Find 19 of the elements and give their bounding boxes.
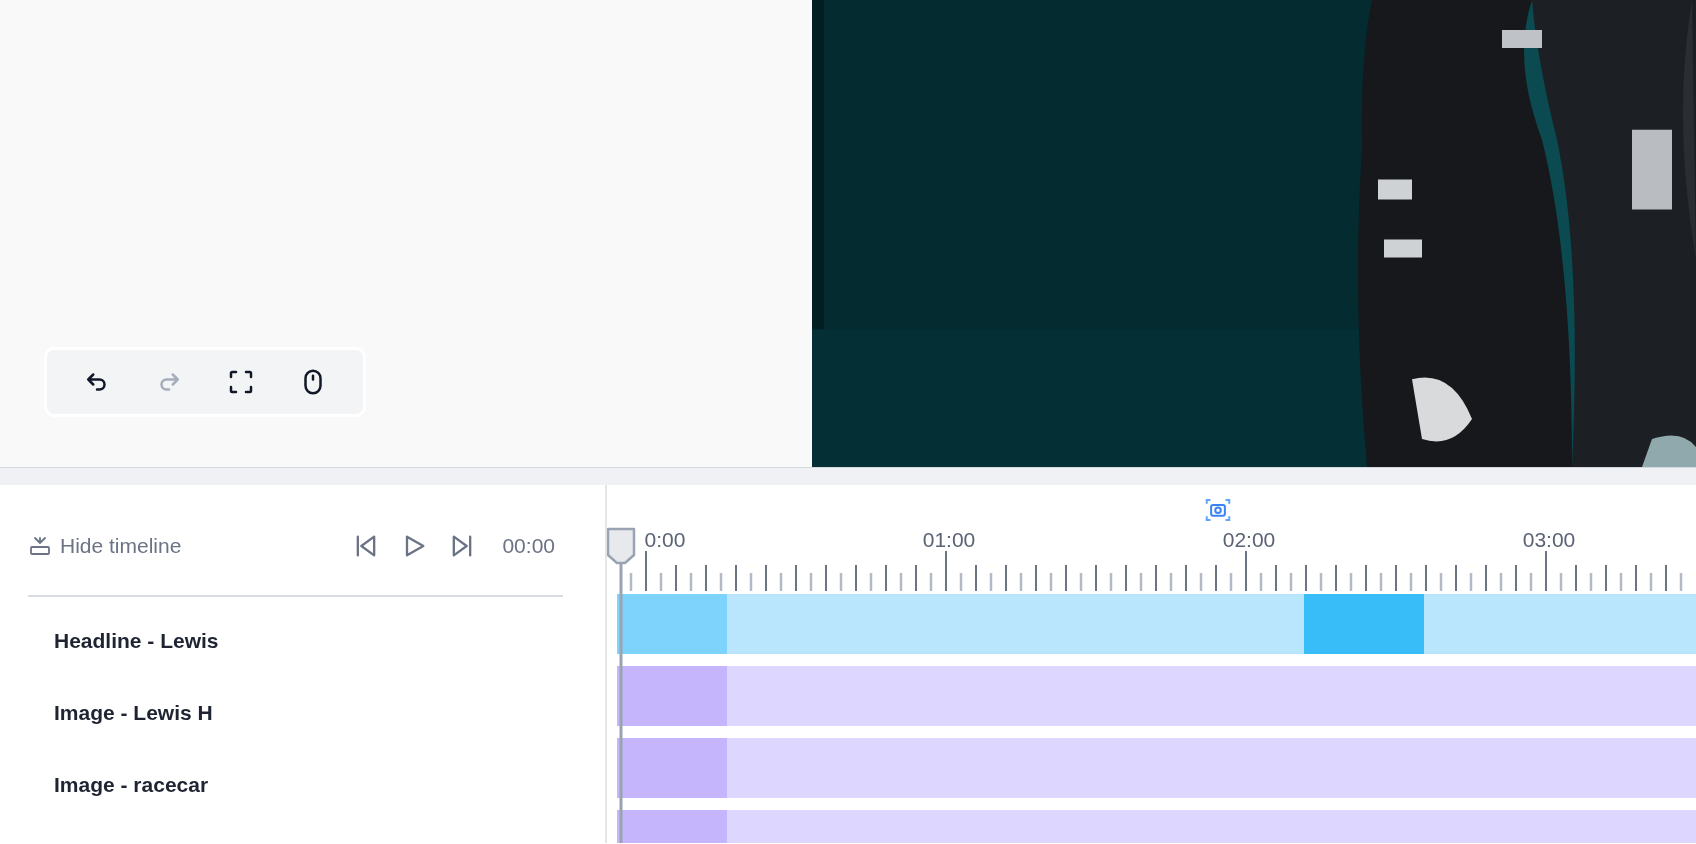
clip-start-segment[interactable] — [617, 594, 727, 654]
collapse-icon — [28, 534, 52, 558]
clip-start-segment[interactable] — [617, 738, 727, 798]
playhead[interactable] — [607, 527, 637, 843]
timeline-clip[interactable] — [727, 594, 1305, 654]
track-name[interactable]: Headline - Lewis — [28, 611, 605, 683]
track-name[interactable]: Image - racecar — [28, 755, 605, 827]
hide-timeline-button[interactable]: Hide timeline — [28, 534, 182, 558]
timeline-clip[interactable] — [727, 666, 1696, 726]
track-name[interactable]: Image - Lewis H — [28, 683, 605, 755]
time-label: 03:00 — [1522, 528, 1576, 552]
timeline-clip[interactable] — [727, 738, 1696, 798]
timeline-clip[interactable] — [1424, 594, 1696, 654]
timeline-clip[interactable] — [1304, 594, 1425, 654]
clip-start-segment[interactable] — [617, 666, 727, 726]
time-display: 00:00 — [502, 534, 555, 558]
time-label: 02:00 — [1222, 528, 1276, 552]
time-label: 01:00 — [922, 528, 976, 552]
time-label: 0:00 — [644, 528, 686, 552]
